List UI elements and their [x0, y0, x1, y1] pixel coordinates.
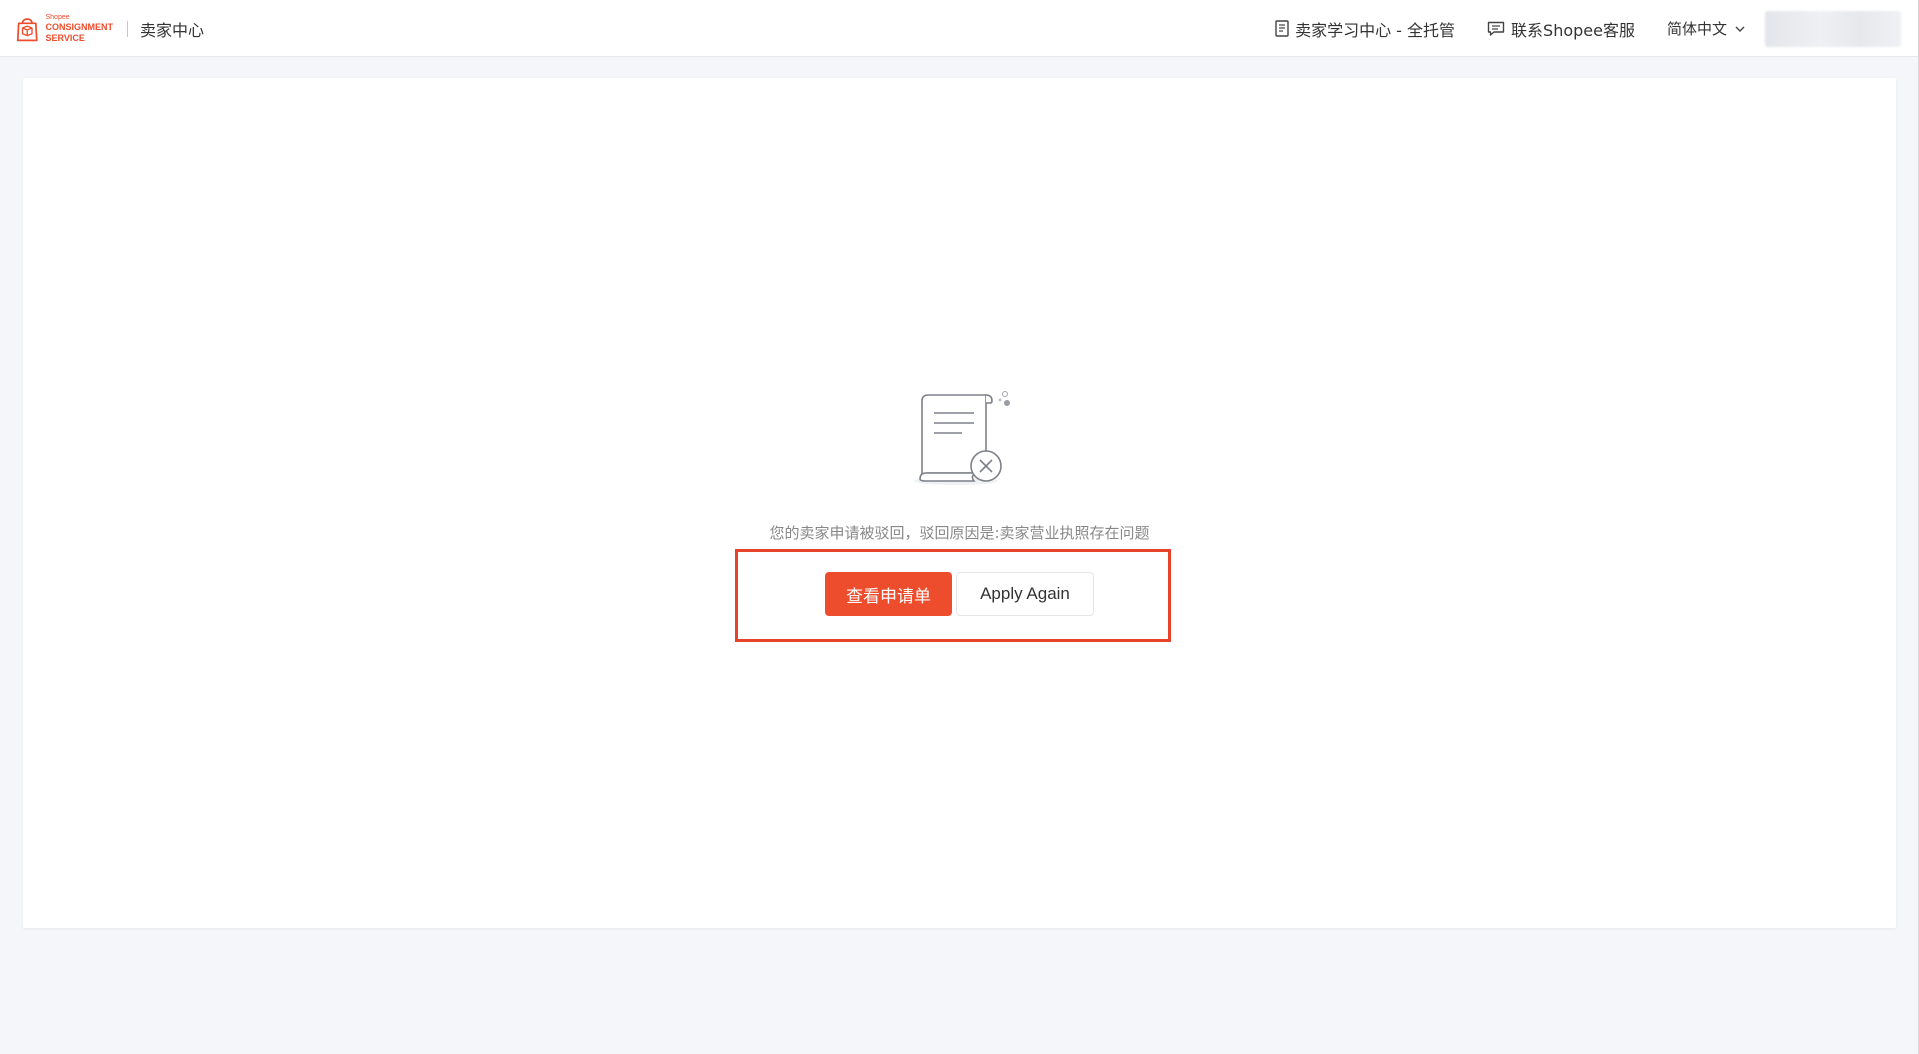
- brand-line1: CONSIGNMENT: [45, 22, 114, 32]
- chevron-down-icon: [1735, 26, 1745, 32]
- page-title: 卖家中心: [140, 20, 205, 40]
- brand-divider: [127, 20, 128, 37]
- learning-center-link[interactable]: 卖家学习中心 - 全托管: [1275, 17, 1455, 41]
- document-icon: [1275, 20, 1289, 37]
- view-application-button[interactable]: 查看申请单: [825, 572, 952, 616]
- brand-small: Shopee: [45, 14, 70, 21]
- contact-support-label: 联系Shopee客服: [1511, 20, 1635, 40]
- learning-center-label: 卖家学习中心 - 全托管: [1295, 20, 1456, 40]
- brand-line2: SERVICE: [45, 33, 85, 43]
- user-account-menu[interactable]: [1765, 10, 1901, 47]
- brand[interactable]: Shopee CONSIGNMENT SERVICE 卖家中心: [13, 12, 204, 45]
- main-card: [23, 78, 1896, 928]
- rejected-document-icon: [904, 383, 1028, 493]
- top-links: 卖家学习中心 - 全托管 联系Shopee客服 简体中文: [1275, 0, 1919, 57]
- top-bar: Shopee CONSIGNMENT SERVICE 卖家中心 卖家学习中心 -…: [0, 0, 1919, 57]
- shopee-bag-icon: [16, 17, 38, 41]
- language-selector[interactable]: 简体中文: [1667, 18, 1745, 39]
- contact-support-link[interactable]: 联系Shopee客服: [1487, 17, 1635, 41]
- brand-text: Shopee CONSIGNMENT SERVICE: [46, 14, 114, 43]
- chat-icon: [1487, 21, 1505, 36]
- apply-again-button[interactable]: Apply Again: [956, 572, 1094, 616]
- language-label: 简体中文: [1666, 20, 1727, 38]
- highlight-annotation: [735, 549, 1171, 642]
- logo: Shopee CONSIGNMENT SERVICE: [13, 12, 113, 45]
- rejection-message: 您的卖家申请被驳回，驳回原因是:卖家营业执照存在问题: [769, 524, 1150, 542]
